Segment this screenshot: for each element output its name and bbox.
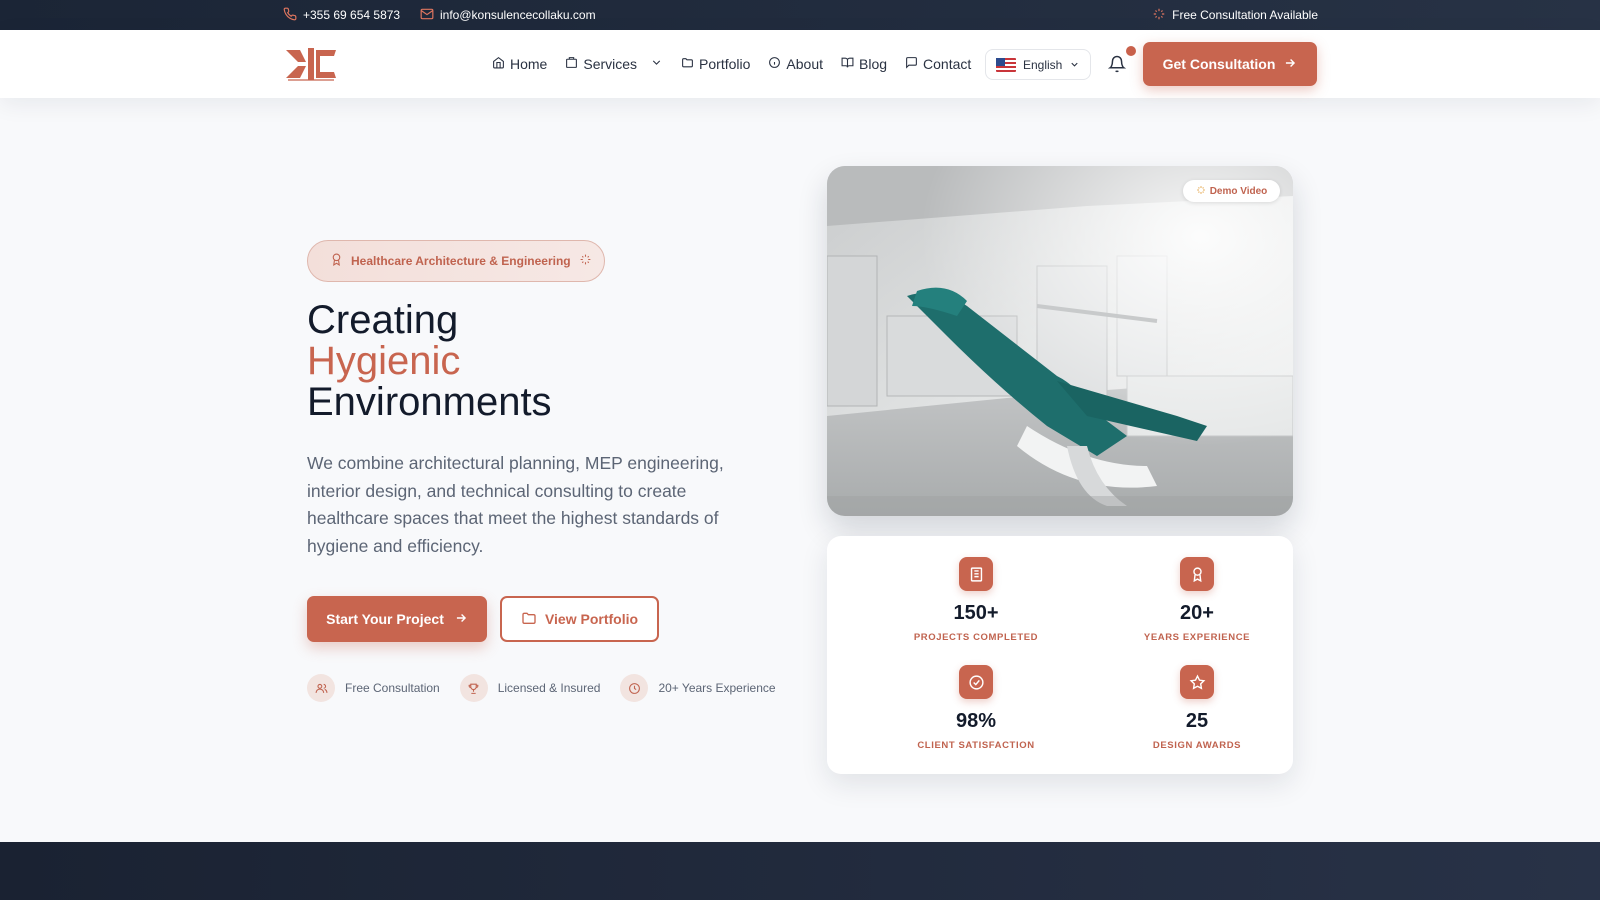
company-logo[interactable] <box>284 44 338 84</box>
feature-item: Licensed & Insured <box>459 674 601 702</box>
stat-value: 150+ <box>953 602 999 624</box>
view-portfolio-label: View Portfolio <box>544 611 639 627</box>
nav-item-about[interactable]: About <box>768 56 823 72</box>
building-icon <box>959 557 993 591</box>
award-icon <box>330 253 343 269</box>
check-circle-icon <box>959 665 993 699</box>
headline-line-1: Creating <box>307 298 459 342</box>
arrow-right-icon <box>454 611 468 628</box>
stat-awards: 25 DESIGN AWARDS <box>1107 665 1287 751</box>
mail-icon <box>420 7 434 24</box>
stat-satisfaction: 98% CLIENT SATISFACTION <box>886 665 1066 751</box>
trophy-icon <box>459 674 488 702</box>
folder-icon <box>521 610 537 629</box>
hero-image-dental-chair[interactable] <box>827 166 1293 516</box>
next-section-band <box>0 842 1600 900</box>
nav-menu: Home Services Portfolio About Blog Conta… <box>492 30 971 98</box>
hero-headline: Creating Hygienic Environments <box>307 300 552 423</box>
nav-label-home: Home <box>510 56 548 72</box>
us-flag-icon <box>996 57 1016 72</box>
nav-item-blog[interactable]: Blog <box>841 56 887 72</box>
get-consultation-button[interactable]: Get Consultation <box>1143 42 1317 86</box>
demo-video-label: Demo Video <box>1209 185 1268 197</box>
stat-projects: 150+ PROJECTS COMPLETED <box>886 557 1066 643</box>
stat-label: YEARS EXPERIENCE <box>1143 632 1251 643</box>
headline-accent: Hygienic <box>307 339 461 383</box>
award-icon <box>1180 557 1214 591</box>
stat-value: 20+ <box>1180 602 1214 624</box>
nav-item-portfolio[interactable]: Portfolio <box>681 56 750 72</box>
home-icon <box>492 56 505 72</box>
nav-label-contact: Contact <box>923 56 972 72</box>
building-icon <box>565 56 578 72</box>
nav-label-about: About <box>786 56 823 72</box>
main-navigation: Home Services Portfolio About Blog Conta… <box>0 30 1600 98</box>
feature-label: Free Consultation <box>345 681 440 695</box>
top-bar: +355 69 654 5873 info@konsulencecollaku.… <box>0 0 1600 30</box>
demo-video-badge[interactable]: Demo Video <box>1183 180 1280 202</box>
start-project-label: Start Your Project <box>326 611 444 627</box>
folder-icon <box>681 56 694 72</box>
notification-bell-icon[interactable] <box>1107 55 1127 73</box>
clock-icon <box>620 674 649 702</box>
stat-label: DESIGN AWARDS <box>1152 740 1242 751</box>
notification-dot <box>1126 46 1136 56</box>
message-icon <box>905 56 918 72</box>
nav-label-portfolio: Portfolio <box>699 56 751 72</box>
nav-label-services: Services <box>583 56 638 72</box>
feature-item: 20+ Years Experience <box>620 674 776 702</box>
email-contact[interactable]: info@konsulencecollaku.com <box>420 0 596 30</box>
chevron-down-icon <box>650 56 663 72</box>
nav-label-blog: Blog <box>859 56 888 72</box>
star-icon <box>1180 665 1214 699</box>
feature-item: Free Consultation <box>307 674 440 702</box>
arrow-right-icon <box>1283 56 1297 73</box>
stat-label: PROJECTS COMPLETED <box>913 632 1039 643</box>
phone-icon <box>283 7 297 24</box>
chevron-down-icon <box>1069 59 1080 70</box>
feature-label: 20+ Years Experience <box>658 681 776 695</box>
category-badge-text: Healthcare Architecture & Engineering <box>351 254 571 268</box>
nav-item-contact[interactable]: Contact <box>905 56 971 72</box>
stat-value: 25 <box>1185 710 1209 732</box>
nav-item-home[interactable]: Home <box>492 56 547 72</box>
email-address: info@konsulencecollaku.com <box>440 8 596 22</box>
hero-features: Free Consultation Licensed & Insured 20+… <box>307 674 796 702</box>
view-portfolio-button[interactable]: View Portfolio <box>500 596 659 642</box>
free-consultation-text: Free Consultation Available <box>1172 8 1318 22</box>
sparkle-icon <box>1152 7 1166 24</box>
info-icon <box>768 56 781 72</box>
phone-contact[interactable]: +355 69 654 5873 <box>283 0 400 30</box>
stat-experience: 20+ YEARS EXPERIENCE <box>1107 557 1287 643</box>
users-icon <box>307 674 335 702</box>
feature-label: Licensed & Insured <box>497 681 601 695</box>
hero-description: We combine architectural planning, MEP e… <box>307 453 724 556</box>
stat-label: CLIENT SATISFACTION <box>917 740 1035 751</box>
language-label: English <box>1023 57 1063 72</box>
phone-number: +355 69 654 5873 <box>303 8 401 22</box>
stats-card: 150+ PROJECTS COMPLETED 20+ YEARS EXPERI… <box>827 536 1293 774</box>
sparkle-icon <box>1196 185 1206 198</box>
stat-value: 98% <box>955 710 997 732</box>
language-selector[interactable]: English <box>985 49 1091 80</box>
category-badge: Healthcare Architecture & Engineering <box>307 240 605 282</box>
book-icon <box>841 56 854 72</box>
headline-line-3: Environments <box>307 380 552 424</box>
sparkle-icon <box>579 253 592 269</box>
get-consultation-label: Get Consultation <box>1162 56 1276 72</box>
free-consultation-note: Free Consultation Available <box>1152 0 1318 30</box>
start-project-button[interactable]: Start Your Project <box>307 596 487 642</box>
nav-item-services[interactable]: Services <box>565 56 663 72</box>
